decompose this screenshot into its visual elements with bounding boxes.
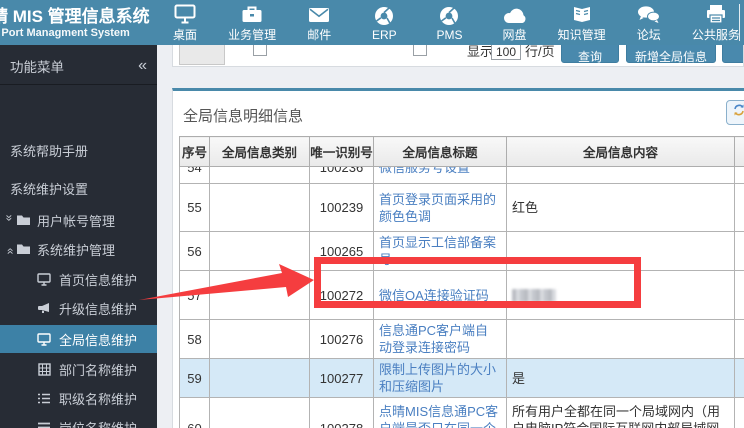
chevron-up-icon: » xyxy=(2,247,17,255)
global-info-table-body: 54 100236 微信服务号设置 55 100239 首页登录页面采用的颜色色… xyxy=(179,166,744,428)
panel-title: 全局信息明细信息 xyxy=(183,108,304,125)
list-icon xyxy=(36,393,52,404)
sidebar-item-global-info[interactable]: 全局信息维护 xyxy=(0,325,157,353)
table-row-highlighted-57[interactable]: 57 100272 微信OA连接验证码 xyxy=(179,270,744,320)
app-subtitle: S Port Managment System xyxy=(0,26,130,39)
nav-item-knowledge[interactable]: 知识管理 xyxy=(558,2,606,43)
nav-label: 论坛 xyxy=(636,28,661,42)
chevron-down-icon: » xyxy=(2,214,17,222)
col-header-uid: 唯一识别号 xyxy=(309,136,374,167)
forum-icon xyxy=(637,4,661,24)
nav-item-mail[interactable]: 邮件 xyxy=(297,2,341,43)
rows-per-page-label: 显示 xyxy=(467,45,494,59)
filter-checkbox[interactable] xyxy=(253,45,267,56)
monitor-icon xyxy=(36,332,52,346)
nav-divider xyxy=(739,4,740,41)
nav-item-forum[interactable]: 论坛 xyxy=(627,2,671,43)
query-button[interactable]: 查询 xyxy=(561,45,619,64)
cloud-icon xyxy=(503,4,527,24)
sidebar-item-position-names[interactable]: 岗位名称维护 xyxy=(0,414,157,428)
nav-label: 业务管理 xyxy=(228,28,277,42)
global-info-title-link[interactable]: 微信服务号设置 xyxy=(379,166,470,175)
book-icon xyxy=(571,4,593,24)
browser-icon xyxy=(374,6,394,26)
briefcase-icon xyxy=(241,4,263,24)
nav-item-netdisk[interactable]: 网盘 xyxy=(493,2,537,43)
global-info-title-link[interactable]: 限制上传图片的大小和压缩图片 xyxy=(379,362,496,394)
nav-label: 公共服务 xyxy=(691,28,740,42)
desktop-icon xyxy=(174,4,196,24)
sidebar-item-rank-names[interactable]: 职级名称维护 xyxy=(0,385,157,412)
global-info-title-link[interactable]: 信息通PC客户端自动登录连接密码 xyxy=(379,323,488,355)
add-global-info-button[interactable]: 新增全局信息 xyxy=(626,45,716,64)
table-row[interactable]: 55 100239 首页登录页面采用的颜色色调 红色 xyxy=(179,183,744,232)
nav-item-desktop[interactable]: 桌面 xyxy=(163,2,207,43)
browser-icon xyxy=(439,6,459,26)
nav-label: 邮件 xyxy=(307,28,332,42)
screen: 晴 MIS 管理信息系统 S Port Managment System 桌面 … xyxy=(0,0,744,428)
filter-label-cell xyxy=(179,45,225,65)
col-header-category: 全局信息类别 xyxy=(209,136,310,167)
global-info-title-link[interactable]: 点晴MIS信息通PC客户端是否只在同一个局域网内使用 xyxy=(379,404,498,428)
extra-button-cut[interactable] xyxy=(722,45,743,63)
sidebar-item-help-manual[interactable]: 系统帮助手册 xyxy=(0,130,157,170)
mail-icon xyxy=(308,4,330,24)
nav-item-erp[interactable]: ERP xyxy=(362,4,406,42)
folder-open-icon xyxy=(15,243,31,255)
table-row[interactable]: 56 100265 首页显示工信部备案号 xyxy=(179,231,744,271)
sidebar-folder-user-accounts[interactable]: » 用户帐号管理 xyxy=(0,206,157,234)
global-info-table-header: 序号 全局信息类别 唯一识别号 全局信息标题 全局信息内容 xyxy=(179,136,744,167)
printer-icon xyxy=(705,4,727,24)
megaphone-icon xyxy=(36,302,52,315)
refresh-button[interactable] xyxy=(726,100,744,125)
collapse-sidebar-icon[interactable]: « xyxy=(138,58,147,74)
nav-item-public-service[interactable]: 公共服务 xyxy=(692,2,740,43)
sidebar-item-department-names[interactable]: 部门名称维护 xyxy=(0,356,157,383)
global-info-title-link[interactable]: 首页登录页面采用的颜色色调 xyxy=(379,192,496,224)
top-header: 晴 MIS 管理信息系统 S Port Managment System 桌面 … xyxy=(0,0,744,45)
table-row-selected[interactable]: 59 100277 限制上传图片的大小和压缩图片 是 xyxy=(179,358,744,398)
nav-item-pms[interactable]: PMS xyxy=(427,4,471,42)
sidebar-item-upgrade-info[interactable]: 升级信息维护 xyxy=(0,295,157,322)
sidebar-item-maintenance-settings[interactable]: 系统维护设置 xyxy=(0,170,157,206)
list-icon xyxy=(36,422,52,428)
table-row[interactable]: 58 100276 信息通PC客户端自动登录连接密码 xyxy=(179,319,744,359)
nav-label: 网盘 xyxy=(502,28,527,42)
app-title: 晴 MIS 管理信息系统 xyxy=(0,7,150,27)
nav-label: ERP xyxy=(372,27,397,42)
global-info-panel: 全局信息明细信息 序号 全局信息类别 唯一识别号 全局信息标题 全局信息内容 5… xyxy=(172,88,744,428)
col-header-seq: 序号 xyxy=(179,136,210,167)
rows-per-page-unit: 行/页 xyxy=(525,45,555,59)
filter-toolbar: 显示 100 行/页 查询 新增全局信息 xyxy=(172,45,744,67)
nav-label: PMS xyxy=(436,27,463,42)
top-nav: 桌面 业务管理 邮件 ERP PMS 网盘 知识管理 论坛 公共服务 xyxy=(163,0,740,45)
sidebar: 功能菜单 « 系统帮助手册 系统维护设置 » 用户帐号管理 » 系统维护管理 首… xyxy=(0,45,157,428)
redacted-content xyxy=(512,288,556,302)
nav-item-business[interactable]: 业务管理 xyxy=(228,2,276,43)
rows-per-page-input[interactable]: 100 xyxy=(491,45,521,60)
folder-icon xyxy=(15,214,31,226)
sidebar-folder-system-maintenance[interactable]: » 系统维护管理 xyxy=(0,235,157,263)
table-row[interactable]: 54 100236 微信服务号设置 xyxy=(179,166,744,184)
global-info-title-link[interactable]: 微信OA连接验证码 xyxy=(379,288,489,303)
refresh-icon xyxy=(732,103,744,122)
col-header-title: 全局信息标题 xyxy=(373,136,507,167)
nav-label: 知识管理 xyxy=(557,28,606,42)
filter-checkbox[interactable] xyxy=(413,45,427,56)
table-row[interactable]: 60 100278 点晴MIS信息通PC客户端是否只在同一个局域网内使用 所有用… xyxy=(179,397,744,428)
building-icon xyxy=(36,363,52,376)
sidebar-item-homepage-info[interactable]: 首页信息维护 xyxy=(0,266,157,293)
col-header-extra xyxy=(734,136,744,167)
sidebar-menu-header: 功能菜单 « xyxy=(0,48,157,85)
global-info-title-link[interactable]: 首页显示工信部备案号 xyxy=(379,235,496,267)
app-brand: 晴 MIS 管理信息系统 S Port Managment System xyxy=(0,5,163,39)
nav-label: 桌面 xyxy=(172,28,197,42)
sidebar-menu-title: 功能菜单 xyxy=(10,60,64,75)
monitor-icon xyxy=(36,273,52,286)
col-header-content: 全局信息内容 xyxy=(506,136,735,167)
